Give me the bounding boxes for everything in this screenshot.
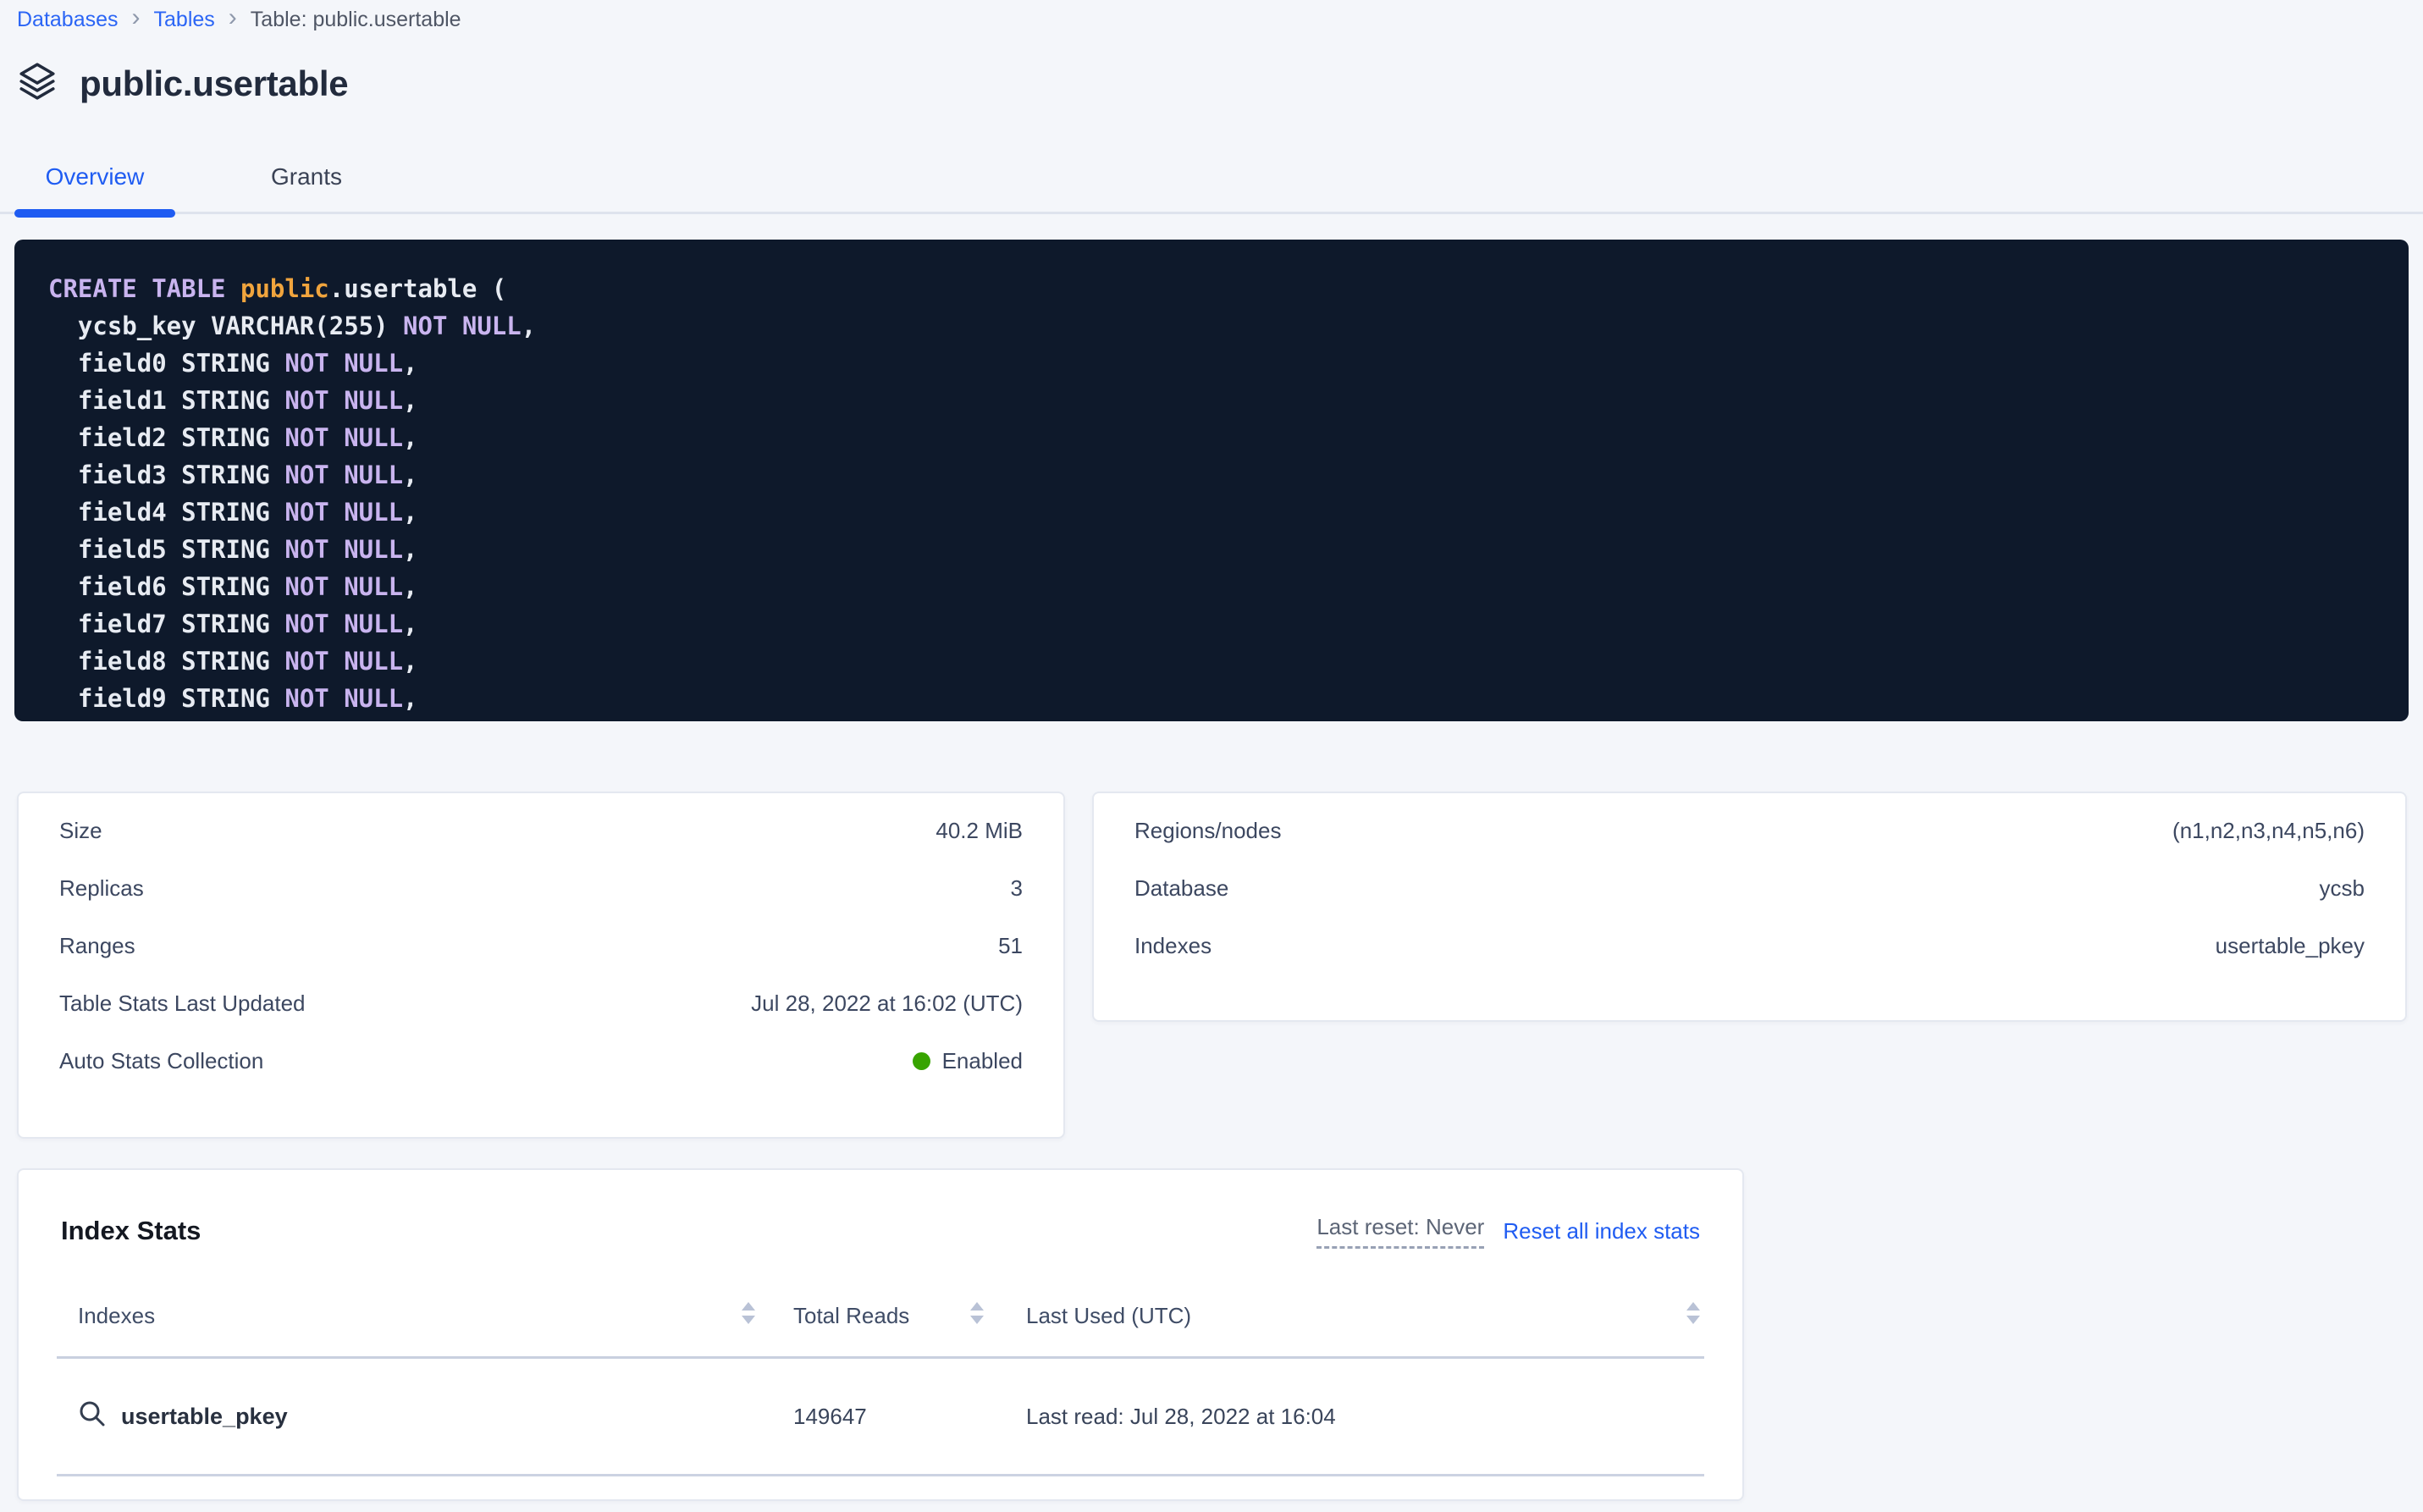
index-name-link[interactable]: usertable_pkey bbox=[57, 1399, 759, 1434]
summary-row-replicas: Replicas 3 bbox=[59, 859, 1023, 917]
tab-overview[interactable]: Overview bbox=[14, 142, 175, 212]
status-badge: Enabled bbox=[942, 1048, 1023, 1074]
code-line: field3 STRING NOT NULL, bbox=[48, 456, 2375, 494]
index-stats-card: Index Stats Last reset: Never Reset all … bbox=[17, 1168, 1744, 1501]
code-line: field6 STRING NOT NULL, bbox=[48, 568, 2375, 605]
database-table-icon bbox=[17, 61, 58, 106]
code-line: field7 STRING NOT NULL, bbox=[48, 605, 2375, 643]
sort-icon[interactable] bbox=[737, 1298, 759, 1334]
status-dot bbox=[913, 1052, 930, 1070]
table-overview-card: Size 40.2 MiB Replicas 3 Ranges 51 Table… bbox=[17, 792, 1065, 1139]
total-reads-value: 149647 bbox=[759, 1404, 988, 1430]
reset-index-stats-link[interactable]: Reset all index stats bbox=[1503, 1218, 1700, 1244]
summary-row-regions-nodes: Regions/nodes (n1,n2,n3,n4,n5,n6) bbox=[1134, 802, 2365, 859]
summary-row-database: Database ycsb bbox=[1134, 859, 2365, 917]
column-header-last-used[interactable]: Last Used (UTC) bbox=[988, 1275, 1704, 1356]
table-detail-page: Databases › Tables › Table: public.usert… bbox=[0, 0, 2423, 1512]
code-line: field0 STRING NOT NULL, bbox=[48, 345, 2375, 382]
active-tab-indicator bbox=[14, 209, 175, 218]
summary-row-stats-updated: Table Stats Last Updated Jul 28, 2022 at… bbox=[59, 974, 1023, 1032]
column-header-total-reads[interactable]: Total Reads bbox=[759, 1275, 988, 1356]
breadcrumb-chevron-icon: › bbox=[229, 5, 237, 34]
index-stats-table-header: Indexes Total Reads Last Used (UTC) bbox=[57, 1275, 1704, 1359]
tab-grants[interactable]: Grants bbox=[226, 142, 387, 212]
code-line: field8 STRING NOT NULL, bbox=[48, 643, 2375, 680]
breadcrumb-link-tables[interactable]: Tables bbox=[154, 8, 215, 32]
page-title: public.usertable bbox=[80, 63, 348, 104]
column-header-indexes[interactable]: Indexes bbox=[57, 1275, 759, 1356]
last-reset-label: Last reset: Never bbox=[1316, 1214, 1484, 1249]
code-line: field4 STRING NOT NULL, bbox=[48, 494, 2375, 531]
index-stats-table: Indexes Total Reads Last Used (UTC) bbox=[57, 1275, 1704, 1476]
summary-row-auto-stats: Auto Stats Collection Enabled bbox=[59, 1032, 1023, 1090]
breadcrumb-link-databases[interactable]: Databases bbox=[17, 8, 119, 32]
sort-icon[interactable] bbox=[966, 1298, 988, 1334]
sort-icon[interactable] bbox=[1682, 1298, 1704, 1334]
breadcrumb-current: Table: public.usertable bbox=[251, 8, 461, 32]
code-line: field5 STRING NOT NULL, bbox=[48, 531, 2375, 568]
table-row: usertable_pkey 149647 Last read: Jul 28,… bbox=[57, 1359, 1704, 1476]
breadcrumb-chevron-icon: › bbox=[132, 5, 141, 34]
code-line: field9 STRING NOT NULL, bbox=[48, 680, 2375, 717]
code-line: field1 STRING NOT NULL, bbox=[48, 382, 2375, 419]
summary-row-ranges: Ranges 51 bbox=[59, 917, 1023, 974]
summary-row-indexes: Indexes usertable_pkey bbox=[1134, 917, 2365, 974]
last-used-value: Last read: Jul 28, 2022 at 16:04 bbox=[988, 1404, 1704, 1430]
summary-row-size: Size 40.2 MiB bbox=[59, 802, 1023, 859]
tab-bar: Overview Grants bbox=[0, 142, 2423, 214]
breadcrumb: Databases › Tables › Table: public.usert… bbox=[17, 5, 461, 34]
code-line: CREATE TABLE public.usertable ( bbox=[48, 270, 2375, 307]
create-statement-code-block: CREATE TABLE public.usertable ( ycsb_key… bbox=[14, 240, 2409, 721]
index-stats-title: Index Stats bbox=[61, 1216, 201, 1246]
code-line: field2 STRING NOT NULL, bbox=[48, 419, 2375, 456]
page-title-row: public.usertable bbox=[17, 61, 348, 106]
search-icon bbox=[78, 1399, 107, 1434]
code-column-lines: ycsb_key VARCHAR(255) NOT NULL, field0 S… bbox=[48, 307, 2375, 717]
table-details-card: Regions/nodes (n1,n2,n3,n4,n5,n6) Databa… bbox=[1092, 792, 2407, 1022]
code-line: ycsb_key VARCHAR(255) NOT NULL, bbox=[48, 307, 2375, 345]
